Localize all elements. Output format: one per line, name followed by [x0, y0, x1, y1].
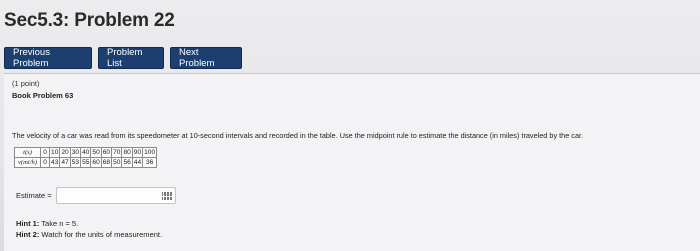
- table-cell: 68: [100, 157, 113, 168]
- table-cell: 70: [111, 147, 123, 158]
- velocity-table: t(s) 0 10 20 30 40 50 60 70 80 90 100 v(…: [13, 147, 158, 168]
- table-cell: 55: [80, 157, 92, 168]
- book-problem-label: Book Problem 63: [12, 91, 74, 100]
- problem-panel: (1 point) Book Problem 63 The velocity o…: [4, 73, 700, 251]
- hint-1: Hint 1: Take n = 5.: [16, 219, 78, 228]
- table-cell: 50: [90, 147, 102, 158]
- table-cell: 36: [142, 157, 158, 168]
- velocity-row: v(mi/h) 0 43 47 53 55 60 68 50 56 44 36: [13, 157, 158, 168]
- table-cell: 47: [59, 157, 71, 168]
- keypad-icon[interactable]: [161, 192, 172, 200]
- table-cell: 44: [131, 157, 144, 168]
- hint-2-text: Watch for the units of measurement.: [39, 230, 163, 239]
- hint-1-prefix: Hint 1:: [16, 219, 40, 228]
- problem-nav: Previous Problem Problem List Next Probl…: [4, 47, 242, 69]
- table-cell: 53: [69, 157, 82, 168]
- table-cell: 0: [40, 147, 51, 158]
- time-row: t(s) 0 10 20 30 40 50 60 70 80 90 100: [13, 147, 158, 158]
- hint-2-prefix: Hint 2:: [16, 230, 40, 239]
- estimate-row: Estimate =: [16, 187, 176, 204]
- table-cell: 80: [121, 147, 133, 158]
- table-cell: 50: [111, 157, 123, 168]
- velocity-header: v(mi/h): [13, 157, 42, 168]
- points-label: (1 point): [12, 79, 40, 88]
- table-cell: 43: [49, 157, 61, 168]
- hint-2: Hint 2: Watch for the units of measureme…: [16, 230, 162, 239]
- table-cell: 60: [100, 147, 113, 158]
- table-cell: 90: [131, 147, 144, 158]
- table-cell: 40: [80, 147, 92, 158]
- time-header: t(s): [13, 147, 42, 158]
- problem-list-button[interactable]: Problem List: [98, 47, 164, 69]
- estimate-input[interactable]: [55, 187, 176, 204]
- next-problem-button[interactable]: Next Problem: [170, 47, 242, 69]
- table-cell: 20: [59, 147, 71, 158]
- table-cell: 10: [49, 147, 61, 158]
- table-cell: 60: [90, 157, 102, 168]
- table-cell: 0: [40, 157, 51, 168]
- previous-problem-button[interactable]: Previous Problem: [4, 47, 92, 69]
- table-cell: 30: [69, 147, 82, 158]
- estimate-label: Estimate =: [16, 191, 52, 200]
- hint-1-text: Take n = 5.: [39, 219, 79, 228]
- table-cell: 100: [142, 147, 158, 158]
- table-cell: 56: [121, 157, 133, 168]
- problem-statement: The velocity of a car was read from its …: [12, 131, 584, 140]
- page-title: Sec5.3: Problem 22: [4, 10, 175, 31]
